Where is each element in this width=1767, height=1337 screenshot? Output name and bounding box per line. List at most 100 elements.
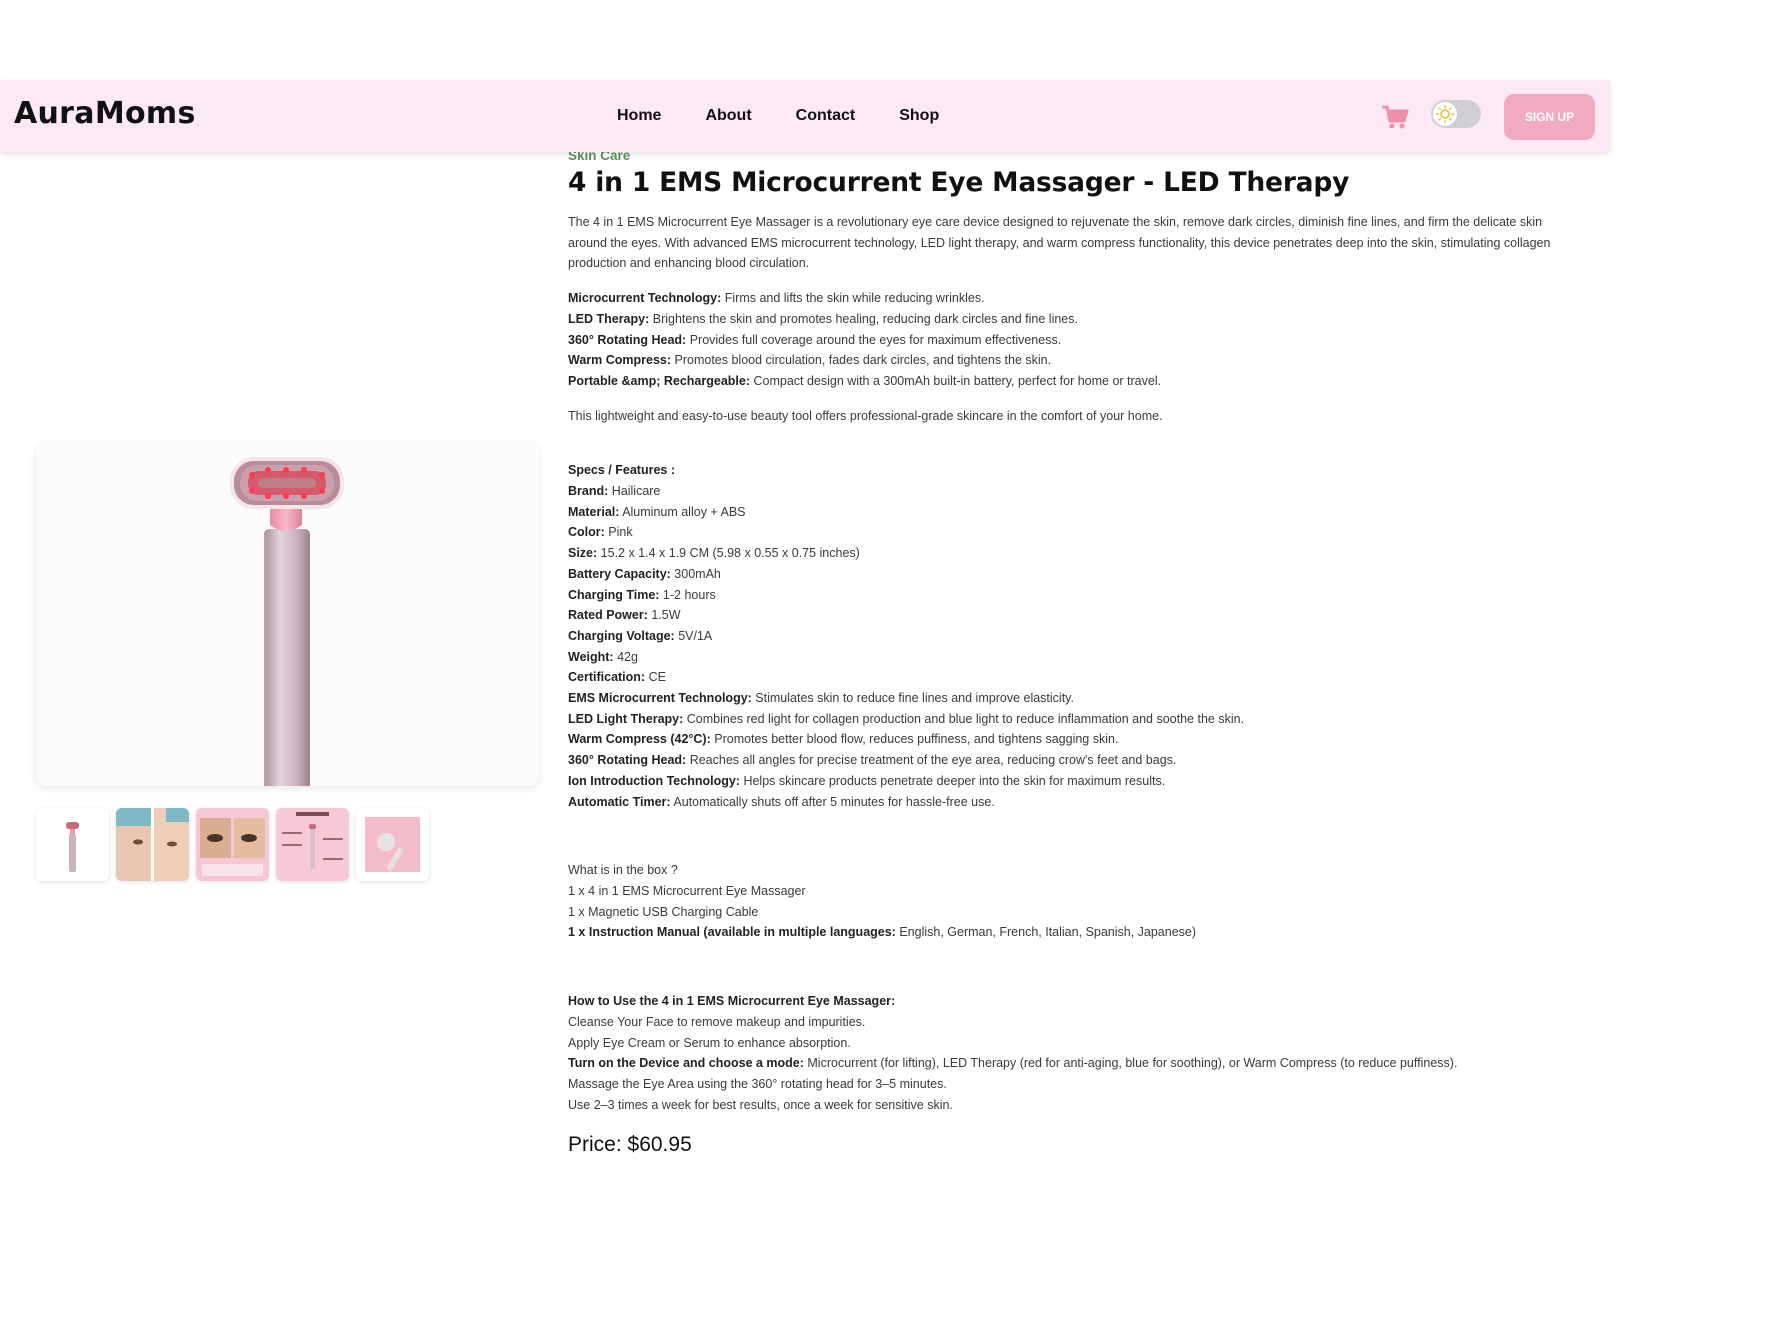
- specs-heading: Specs / Features :: [568, 463, 675, 478]
- thumbnail-list: [36, 808, 436, 881]
- spec-item: LED Light Therapy: Combines red light fo…: [568, 709, 1578, 730]
- sun-icon: [1433, 102, 1457, 126]
- how-to-step-text: Massage the Eye Area using the 360° rota…: [568, 1076, 947, 1091]
- spec-item-label: LED Light Therapy:: [568, 711, 684, 726]
- how-to-step-text: Apply Eye Cream or Serum to enhance abso…: [568, 1035, 851, 1050]
- highlight-item: Portable &amp; Rechargeable: Compact des…: [568, 371, 1578, 392]
- spec-item: Charging Time: 1-2 hours: [568, 585, 1578, 606]
- thumbnail-eye-comparison[interactable]: [196, 808, 269, 881]
- spec-item-label: Brand:: [568, 484, 609, 499]
- product-details: Skin Care 4 in 1 EMS Microcurrent Eye Ma…: [568, 148, 1578, 1158]
- thumbnail-features-infographic[interactable]: [276, 808, 349, 881]
- highlight-item-label: LED Therapy:: [568, 311, 650, 326]
- nav-home-link[interactable]: Home: [617, 107, 661, 125]
- box-item: 1 x 4 in 1 EMS Microcurrent Eye Massager: [568, 881, 1578, 902]
- box-item-text: 1 x Magnetic USB Charging Cable: [568, 904, 759, 919]
- spec-item-text: Helps skincare products penetrate deeper…: [739, 773, 1166, 788]
- spec-item: Battery Capacity: 300mAh: [568, 564, 1578, 585]
- spec-item-label: Weight:: [568, 649, 614, 664]
- specs-section: Specs / Features : Brand: Hailicare Mater…: [568, 460, 1578, 812]
- highlight-item: Warm Compress: Promotes blood circulatio…: [568, 350, 1578, 371]
- box-contents-list: 1 x 4 in 1 EMS Microcurrent Eye Massager…: [568, 881, 1578, 943]
- spec-item-label: Automatic Timer:: [568, 794, 671, 809]
- spec-item-label: Ion Introduction Technology:: [568, 773, 740, 788]
- thumbnail-device-closeup[interactable]: [356, 808, 429, 881]
- box-item-text: 1 x 4 in 1 EMS Microcurrent Eye Massager: [568, 883, 806, 898]
- how-to-step-label: Turn on the Device and choose a mode:: [568, 1056, 804, 1071]
- spec-item: Certification: CE: [568, 667, 1578, 688]
- spec-item-text: 15.2 x 1.4 x 1.9 CM (5.98 x 0.55 x 0.75 …: [597, 546, 860, 561]
- spec-item-text: Pink: [604, 525, 633, 540]
- how-to-heading: How to Use the 4 in 1 EMS Microcurrent E…: [568, 994, 896, 1009]
- theme-toggle[interactable]: [1431, 100, 1481, 128]
- spec-item-text: 1.5W: [647, 608, 681, 623]
- how-to-step: Use 2–3 times a week for best results, o…: [568, 1095, 1578, 1116]
- nav-links: Home About Contact Shop: [617, 107, 983, 125]
- thumbnail-before-after-face[interactable]: [116, 808, 189, 881]
- spec-item: Rated Power: 1.5W: [568, 605, 1578, 626]
- product-price: Price: $60.95: [568, 1133, 692, 1157]
- highlight-item: Microcurrent Technology: Firms and lifts…: [568, 288, 1578, 309]
- spec-item-label: EMS Microcurrent Technology:: [568, 691, 752, 706]
- spec-item-label: Charging Time:: [568, 587, 660, 602]
- highlight-item-label: Warm Compress:: [568, 353, 672, 368]
- spec-item: Automatic Timer: Automatically shuts off…: [568, 792, 1578, 813]
- spec-item: Material: Aluminum alloy + ABS: [568, 502, 1578, 523]
- highlight-item-text: Promotes blood circulation, fades dark c…: [671, 353, 1052, 368]
- box-item-text: English, German, French, Italian, Spanis…: [895, 925, 1197, 940]
- spec-item: Color: Pink: [568, 522, 1578, 543]
- spec-item: Warm Compress (42°C): Promotes better bl…: [568, 729, 1578, 750]
- how-to-step: Apply Eye Cream or Serum to enhance abso…: [568, 1033, 1578, 1054]
- spec-item-label: Size:: [568, 546, 598, 561]
- how-to-step-text: Use 2–3 times a week for best results, o…: [568, 1097, 953, 1112]
- spec-item-text: 5V/1A: [674, 628, 713, 643]
- shopping-cart-icon[interactable]: [1380, 102, 1410, 132]
- highlight-item: 360° Rotating Head: Provides full covera…: [568, 330, 1578, 351]
- product-main-image: [36, 443, 539, 786]
- spec-item-label: Color:: [568, 525, 605, 540]
- spec-item-text: Combines red light for collagen producti…: [683, 711, 1245, 726]
- spec-item-label: Warm Compress (42°C):: [568, 732, 711, 747]
- spec-item: 360° Rotating Head: Reaches all angles f…: [568, 750, 1578, 771]
- spec-item-text: 42g: [613, 649, 638, 664]
- spec-item: Ion Introduction Technology: Helps skinc…: [568, 771, 1578, 792]
- brand-logo[interactable]: AuraMoms: [14, 96, 196, 131]
- thumbnail-device[interactable]: [36, 808, 109, 881]
- spec-item-text: Stimulates skin to reduce fine lines and…: [751, 691, 1074, 706]
- product-description: The 4 in 1 EMS Microcurrent Eye Massager…: [568, 215, 1551, 271]
- highlight-item-text: Compact design with a 300mAh built-in ba…: [750, 373, 1162, 388]
- navbar: AuraMoms Home About Contact Shop SIGN UP: [0, 80, 1610, 152]
- spec-item-text: Promotes better blood flow, reduces puff…: [710, 732, 1119, 747]
- spec-item: Size: 15.2 x 1.4 x 1.9 CM (5.98 x 0.55 x…: [568, 543, 1578, 564]
- spec-item-text: CE: [645, 670, 666, 685]
- spec-item: Weight: 42g: [568, 647, 1578, 668]
- nav-contact-link[interactable]: Contact: [796, 107, 856, 125]
- spec-item-label: 360° Rotating Head:: [568, 753, 687, 768]
- product-summary: This lightweight and easy-to-use beauty …: [568, 408, 1163, 423]
- product-page: AuraMoms Home About Contact Shop SIGN UP…: [0, 0, 1767, 1337]
- box-item: 1 x Magnetic USB Charging Cable: [568, 902, 1578, 923]
- spec-item-label: Material:: [568, 504, 620, 519]
- highlights-list: Microcurrent Technology: Firms and lifts…: [568, 288, 1578, 392]
- highlight-item: LED Therapy: Brightens the skin and prom…: [568, 309, 1578, 330]
- spec-item: Brand: Hailicare: [568, 481, 1578, 502]
- highlight-item-text: Firms and lifts the skin while reducing …: [721, 291, 985, 306]
- spec-item: Charging Voltage: 5V/1A: [568, 626, 1578, 647]
- spec-item-label: Certification:: [568, 670, 646, 685]
- how-to-step: Massage the Eye Area using the 360° rota…: [568, 1074, 1578, 1095]
- box-heading: What is in the box ?: [568, 863, 678, 878]
- sign-up-button[interactable]: SIGN UP: [1504, 94, 1595, 140]
- spec-item-text: Reaches all angles for precise treatment…: [686, 753, 1177, 768]
- spec-item-label: Rated Power:: [568, 608, 648, 623]
- box-item: 1 x Instruction Manual (available in mul…: [568, 922, 1578, 943]
- nav-shop-link[interactable]: Shop: [899, 107, 939, 125]
- spec-item-text: Automatically shuts off after 5 minutes …: [670, 794, 995, 809]
- box-contents-section: What is in the box ? 1 x 4 in 1 EMS Micr…: [568, 860, 1578, 943]
- highlight-item-text: Provides full coverage around the eyes f…: [686, 332, 1062, 347]
- highlight-item-label: Portable &amp; Rechargeable:: [568, 373, 750, 388]
- how-to-steps: Cleanse Your Face to remove makeup and i…: [568, 1012, 1578, 1116]
- spec-item-text: Aluminum alloy + ABS: [619, 504, 746, 519]
- highlight-item-label: Microcurrent Technology:: [568, 291, 722, 306]
- spec-item-text: Hailicare: [608, 484, 661, 499]
- nav-about-link[interactable]: About: [705, 107, 751, 125]
